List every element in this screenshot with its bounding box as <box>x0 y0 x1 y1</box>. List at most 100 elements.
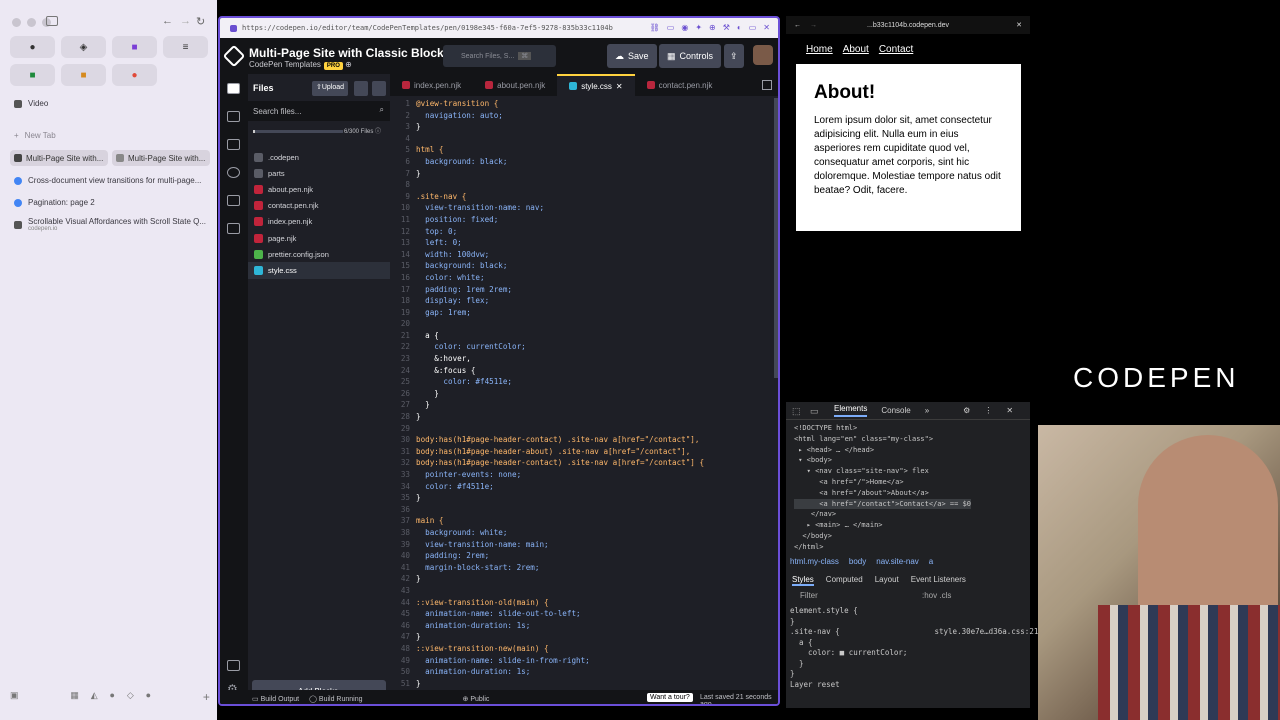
code-line[interactable]: 22 color: currentColor; <box>390 341 770 353</box>
editor-tab[interactable]: about.pen.njk <box>473 74 557 96</box>
grid-icon[interactable]: ▦ <box>70 690 79 704</box>
code-line[interactable]: 51} <box>390 678 770 690</box>
code-line[interactable]: 14 width: 100dvw; <box>390 249 770 261</box>
layout-icon[interactable] <box>762 80 772 90</box>
dom-node[interactable]: <!DOCTYPE html> <box>794 423 971 434</box>
code-line[interactable]: 4 <box>390 133 770 145</box>
code-line[interactable]: 12 top: 0; <box>390 226 770 238</box>
close-icon[interactable]: ✕ <box>1016 21 1022 29</box>
dom-node[interactable]: <a href="/">Home</a> <box>794 477 971 488</box>
sidebar-item-video[interactable]: Video <box>14 99 48 108</box>
nav-link-about[interactable]: About <box>843 44 869 55</box>
editor-scrollbar[interactable] <box>774 98 778 378</box>
code-line[interactable]: 25 color: #f4511e; <box>390 376 770 388</box>
dom-node[interactable]: ▸ <head> … </head> <box>794 445 971 456</box>
search-input[interactable]: Search Files, S... ⌘ <box>443 45 556 67</box>
image-icon[interactable] <box>227 660 240 671</box>
style-rule-line[interactable]: } <box>790 617 1038 628</box>
new-tab-button[interactable]: + New Tab <box>14 131 56 140</box>
dom-node[interactable]: ▾ <nav class="site-nav"> flex <box>794 466 971 477</box>
styles-pane[interactable]: element.style {} .site-nav { style.30e7e…… <box>790 606 1038 690</box>
nav-link-home[interactable]: Home <box>806 44 833 55</box>
circle-icon[interactable]: ● <box>110 690 115 704</box>
style-rule-line[interactable]: a { <box>790 638 1038 649</box>
code-line[interactable]: 6 background: black; <box>390 156 770 168</box>
styles-filter-input[interactable]: Filter:hov .cls <box>790 591 1026 603</box>
reload-icon[interactable]: ↻ <box>196 15 205 28</box>
tab-console[interactable]: Console <box>881 406 910 415</box>
history-icon[interactable] <box>227 167 240 178</box>
code-line[interactable]: 21 a { <box>390 330 770 342</box>
editor-tab[interactable]: style.css ✕ <box>557 74 635 96</box>
new-folder-button[interactable] <box>372 81 386 96</box>
code-line[interactable]: 47} <box>390 631 770 643</box>
styles-tab[interactable]: Computed <box>826 575 863 586</box>
share-button[interactable]: ⇪ <box>724 44 744 68</box>
code-line[interactable]: 49 animation-name: slide-in-from-right; <box>390 655 770 667</box>
camera-icon[interactable]: ◉ <box>681 23 688 32</box>
code-line[interactable]: 31 body:has(h1#page-header-about) .site-n… <box>390 446 770 458</box>
style-rule-line[interactable]: } <box>790 659 1038 670</box>
breadcrumb-item[interactable]: body <box>849 557 866 566</box>
picture-icon[interactable]: ▭ <box>667 23 675 32</box>
file-item[interactable]: index.pen.njk <box>248 214 390 230</box>
code-line[interactable]: 24 &:focus { <box>390 365 770 377</box>
code-line[interactable]: 42} <box>390 573 770 585</box>
code-line[interactable]: 16 color: white; <box>390 272 770 284</box>
code-line[interactable]: 39 view-transition-name: main; <box>390 539 770 551</box>
style-rule-line[interactable]: color: ■ currentColor; <box>790 648 1038 659</box>
gear-icon[interactable]: ⚙ <box>963 406 970 415</box>
code-line[interactable]: 7} <box>390 168 770 180</box>
code-line[interactable]: 11 position: fixed; <box>390 214 770 226</box>
styles-tab[interactable]: Event Listeners <box>911 575 966 586</box>
extension-icon[interactable]: ✦ <box>695 23 702 32</box>
arc-icon[interactable]: ◭ <box>91 690 98 704</box>
breadcrumb-item[interactable]: a <box>929 557 933 566</box>
code-line[interactable]: 18 display: flex; <box>390 295 770 307</box>
code-line[interactable]: 26 } <box>390 388 770 400</box>
close-tab-icon[interactable]: ✕ <box>616 82 623 91</box>
code-line[interactable]: 43 <box>390 585 770 597</box>
more-tabs-icon[interactable]: » <box>925 406 929 415</box>
code-editor[interactable]: 1 @view-transition {2 navigation: auto; 3}… <box>390 98 770 704</box>
github-icon[interactable]: ● <box>10 36 55 58</box>
link-icon[interactable]: ⛓ <box>650 23 660 32</box>
codepen-logo-icon[interactable] <box>222 44 246 68</box>
dom-node[interactable]: <html lang="en" class="my-class"> <box>794 434 971 445</box>
files-search-input[interactable]: Search files... ⌕ <box>248 101 390 121</box>
public-toggle[interactable]: ⊕ Public <box>463 695 490 703</box>
tab-pill[interactable]: Multi-Page Site with... <box>112 150 210 166</box>
code-line[interactable]: 5 html { <box>390 144 770 156</box>
style-rule-line[interactable]: .site-nav { style.30e7e…d36a.css:21 <box>790 627 1038 638</box>
file-item[interactable]: about.pen.njk <box>248 181 390 197</box>
build-output[interactable]: ▭ Build Output <box>252 695 299 703</box>
dom-node[interactable]: <a href="/contact">Contact</a> == $0 <box>794 498 972 510</box>
sidebar-tab[interactable]: Scrollable Visual Affordances with Scrol… <box>14 217 206 232</box>
new-file-button[interactable] <box>354 81 368 96</box>
code-line[interactable]: 32 body:has(h1#page-header-contact) .site… <box>390 457 770 469</box>
files-icon[interactable] <box>227 83 240 94</box>
archive-icon[interactable]: ▣ <box>10 690 19 704</box>
code-line[interactable]: 45 animation-name: slide-out-to-left; <box>390 608 770 620</box>
code-line[interactable]: 19 gap: 1rem; <box>390 307 770 319</box>
close-icon[interactable]: ✕ <box>763 23 770 32</box>
dom-node[interactable]: ▾ <body> <box>794 455 971 466</box>
code-line[interactable]: 48::view-transition-new(main) { <box>390 643 770 655</box>
target-icon[interactable]: ⊕ <box>709 23 716 32</box>
code-line[interactable]: 10 view-transition-name: nav; <box>390 202 770 214</box>
github-icon[interactable]: ● <box>146 690 151 704</box>
sidebar-toggle-icon[interactable] <box>46 16 58 26</box>
tool-icon[interactable]: ⚒ <box>723 23 730 32</box>
kebab-menu-icon[interactable]: ⋮ <box>984 406 992 415</box>
dom-node[interactable]: </html> <box>794 542 971 553</box>
file-item[interactable]: .codepen <box>248 149 390 165</box>
comments-icon[interactable] <box>227 223 240 234</box>
code-line[interactable]: 8 <box>390 179 770 191</box>
style-rule-line[interactable]: element.style { <box>790 606 1038 617</box>
code-line[interactable]: 9 .site-nav { <box>390 191 770 203</box>
breadcrumb-item[interactable]: nav.site-nav <box>876 557 919 566</box>
layers-icon[interactable] <box>227 111 240 122</box>
file-item[interactable]: contact.pen.njk <box>248 198 390 214</box>
dom-node[interactable]: <a href="/about">About</a> <box>794 488 971 499</box>
tour-button[interactable]: Want a tour? <box>647 693 693 702</box>
